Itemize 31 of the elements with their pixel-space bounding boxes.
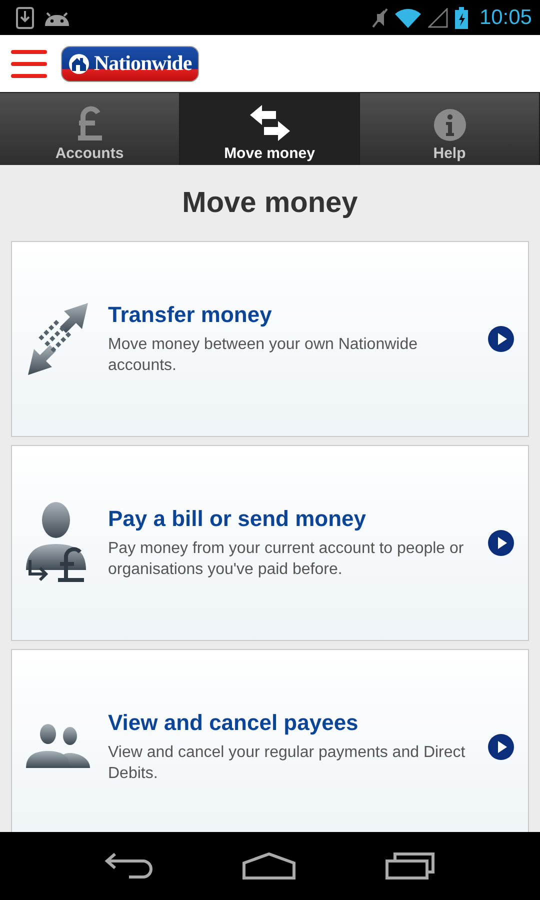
option-title: View and cancel payees xyxy=(108,710,360,736)
house-icon xyxy=(68,52,90,74)
pound-icon xyxy=(76,105,104,141)
transfer-arrows-icon xyxy=(26,303,90,375)
recent-apps-icon[interactable] xyxy=(385,852,436,880)
option-description: View and cancel your regular payments and Direct Debits. xyxy=(108,743,466,784)
option-description: Move money between your own Nationwide accounts. xyxy=(108,335,418,376)
tab[interactable]: Help xyxy=(360,93,540,165)
back-icon[interactable] xyxy=(104,852,153,880)
option-card[interactable]: View and cancel payees View and cancel your regular payments and Direct Debits. xyxy=(11,649,529,832)
download-notification-icon xyxy=(16,6,34,28)
signal-icon xyxy=(428,8,448,28)
tab[interactable]: Move money xyxy=(180,93,360,165)
info-icon xyxy=(434,109,466,141)
menu-button[interactable] xyxy=(11,48,47,78)
option-card[interactable]: Transfer money Move money between your own Nationwide accounts. xyxy=(11,241,529,437)
clock-time: 10:05 xyxy=(479,6,532,30)
home-icon[interactable] xyxy=(242,852,296,880)
option-title: Pay a bill or send money xyxy=(108,506,367,532)
option-description: Pay money from your current account to people or organisations you've paid before. xyxy=(108,539,465,580)
wifi-icon xyxy=(395,8,422,28)
swap-arrows-icon xyxy=(250,105,290,141)
muted-icon xyxy=(372,8,388,28)
page-title: Move money xyxy=(181,186,359,221)
battery-icon xyxy=(455,6,468,28)
option-card[interactable]: Pay a bill or send money Pay money from your current account to people or organisations you've paid before. xyxy=(11,445,529,641)
people-icon xyxy=(26,724,90,770)
option-title: Transfer money xyxy=(108,302,273,328)
tab[interactable]: Accounts xyxy=(0,93,180,165)
logo: Nationwide xyxy=(61,46,199,82)
menu-icon xyxy=(11,48,47,78)
